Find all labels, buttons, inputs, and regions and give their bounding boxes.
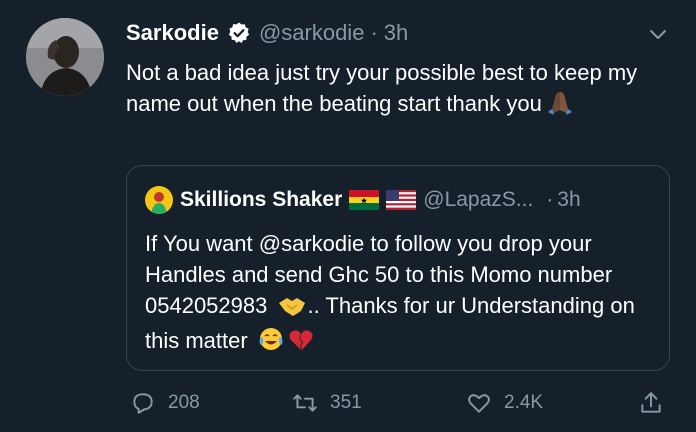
quoted-tweet-header: Skillions Shaker @LapazS... · 3h bbox=[145, 186, 581, 214]
chevron-down-icon[interactable] bbox=[646, 22, 670, 46]
ghana-flag bbox=[349, 190, 380, 210]
quoted-timestamp[interactable]: 3h bbox=[557, 186, 580, 214]
reply-button[interactable]: 208 bbox=[130, 386, 200, 420]
like-count: 2.4K bbox=[504, 392, 544, 413]
quoted-display-name[interactable]: Skillions Shaker bbox=[180, 186, 342, 214]
broken-heart-emoji bbox=[288, 328, 314, 360]
timestamp[interactable]: 3h bbox=[384, 18, 408, 48]
tears-of-joy-emoji bbox=[258, 326, 284, 360]
reply-count: 208 bbox=[168, 392, 200, 413]
handshake-emoji bbox=[277, 294, 307, 325]
like-button[interactable]: 2.4K bbox=[466, 386, 543, 420]
tweet-card[interactable]: Sarkodie @sarkodie · 3h Not a bad idea j… bbox=[0, 0, 696, 432]
avatar[interactable] bbox=[26, 18, 104, 96]
separator-dot: · bbox=[370, 20, 378, 45]
quoted-tweet-text: If You want @sarkodie to follow you drop… bbox=[145, 228, 655, 360]
folded-hands-emoji bbox=[546, 89, 574, 123]
quoted-separator-dot: · bbox=[546, 188, 554, 211]
usa-flag bbox=[386, 190, 417, 210]
tweet-header: Sarkodie @sarkodie · 3h bbox=[126, 18, 408, 48]
quoted-tweet[interactable]: Skillions Shaker @LapazS... · 3h If You … bbox=[126, 165, 670, 371]
share-button[interactable] bbox=[638, 386, 664, 420]
verified-badge-icon bbox=[227, 21, 251, 45]
tweet-actions: 208 351 2.4K bbox=[130, 386, 670, 420]
handle[interactable]: @sarkodie bbox=[259, 18, 365, 48]
retweet-icon bbox=[293, 394, 317, 412]
like-icon bbox=[468, 394, 490, 413]
tweet-text: Not a bad idea just try your possible be… bbox=[126, 57, 666, 123]
quoted-handle[interactable]: @LapazS... bbox=[423, 186, 533, 214]
quoted-avatar[interactable] bbox=[145, 186, 173, 214]
retweet-count: 351 bbox=[330, 392, 362, 413]
display-name[interactable]: Sarkodie bbox=[126, 18, 219, 48]
retweet-button[interactable]: 351 bbox=[292, 386, 362, 420]
share-icon bbox=[641, 392, 661, 413]
reply-icon bbox=[133, 393, 153, 414]
